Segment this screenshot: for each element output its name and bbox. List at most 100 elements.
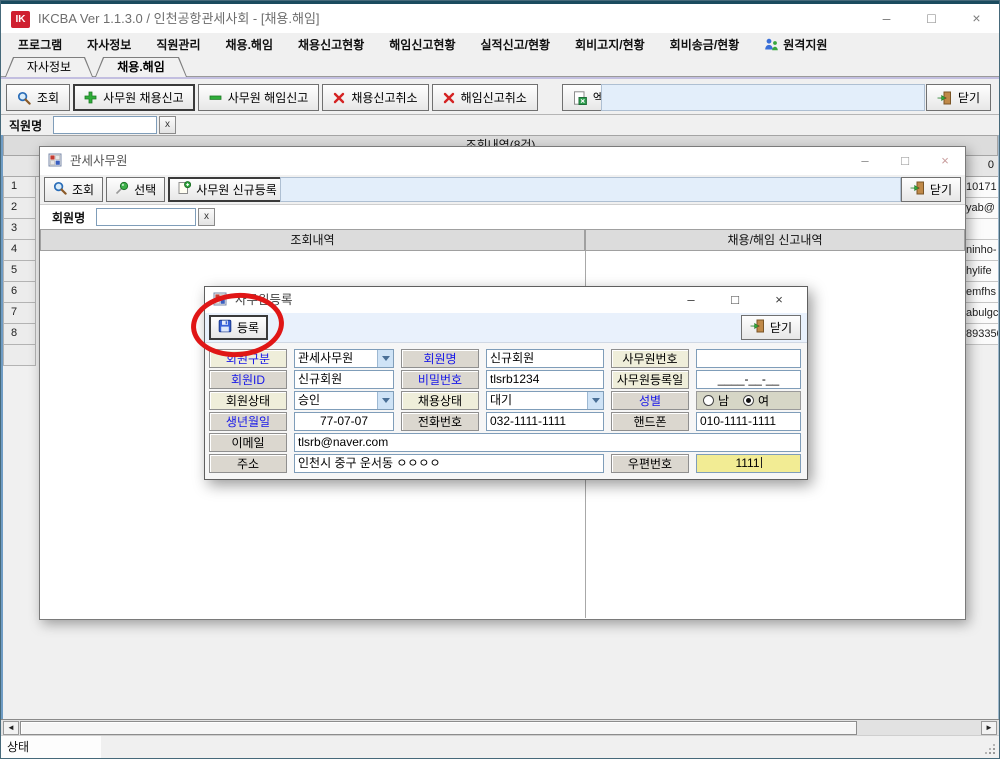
toolbar-button-4[interactable]: 채용신고취소 — [322, 84, 428, 111]
menu-item-5[interactable]: 채용신고현황 — [298, 36, 364, 53]
officer-reg-date-field[interactable]: ____-__-__ — [696, 370, 801, 389]
plus-icon — [84, 91, 97, 104]
grid-cell-partial[interactable]: abulgc — [964, 303, 998, 324]
row-header-5[interactable]: 5 — [3, 261, 36, 282]
menu-item-10[interactable]: 원격지원 — [764, 36, 827, 53]
toolbar-button-5[interactable]: 해임신고취소 — [432, 84, 538, 111]
main-toolbar: 조회사무원 채용신고사무원 해임신고채용신고취소해임신고취소엑셀다운 닫기 — [1, 79, 999, 115]
member-id-field[interactable]: 신규회원 — [294, 370, 394, 389]
scroll-left-arrow[interactable]: ◄ — [3, 721, 19, 735]
email-field[interactable]: tlsrb@naver.com — [294, 433, 801, 452]
tab-hire-dismiss[interactable]: 채용.해임 — [95, 57, 187, 77]
dialog2-maximize-button[interactable]: □ — [715, 287, 755, 313]
dialog1-select-button[interactable]: 선택 — [106, 177, 165, 202]
chevron-down-icon[interactable] — [377, 392, 393, 409]
gender-female-radio[interactable]: 여 — [743, 392, 769, 409]
menu-item-3[interactable]: 직원관리 — [156, 36, 200, 53]
grid-cell-partial[interactable]: 10171 — [964, 177, 998, 198]
maximize-button[interactable]: □ — [909, 4, 954, 33]
dialog2-minimize-button[interactable]: – — [671, 287, 711, 313]
scrollbar-thumb[interactable] — [20, 721, 857, 735]
address-field[interactable]: 인천시 중구 운서동 ㅇㅇㅇㅇ — [294, 454, 604, 473]
row-header-empty[interactable] — [3, 345, 36, 366]
row-header-4[interactable]: 4 — [3, 240, 36, 261]
horizontal-scrollbar[interactable]: ◄ ► — [1, 719, 999, 735]
row-header-1[interactable]: 1 — [3, 177, 36, 198]
dialog2-close-toolbar-button[interactable]: 닫기 — [741, 315, 801, 340]
member-name-field[interactable]: 신규회원 — [486, 349, 604, 368]
row-header-3[interactable]: 3 — [3, 219, 36, 240]
menu-item-6[interactable]: 해임신고현황 — [389, 36, 455, 53]
row-header-8[interactable]: 8 — [3, 324, 36, 345]
member-filter-clear-button[interactable]: x — [198, 208, 215, 226]
app-window: IK IKCBA Ver 1.1.3.0 / 인천공항관세사회 - [채용.해임… — [0, 0, 1000, 759]
menu-item-4[interactable]: 채용.해임 — [226, 36, 274, 53]
menu-item-7[interactable]: 실적신고/현황 — [481, 36, 551, 53]
row-header-2[interactable]: 2 — [3, 198, 36, 219]
minimize-button[interactable]: – — [864, 4, 909, 33]
gender-male-radio[interactable]: 남 — [703, 392, 729, 409]
dialog1-close-toolbar-button[interactable]: 닫기 — [901, 177, 961, 202]
birth-date-field[interactable]: 77-07-07 — [294, 412, 394, 431]
door-icon — [750, 319, 765, 336]
winform-icon — [213, 292, 227, 311]
mobile-field[interactable]: 010-1111-1111 — [696, 412, 801, 431]
menu-item-1[interactable]: 프로그램 — [18, 36, 62, 53]
member-status-combo[interactable]: 승인 — [294, 391, 394, 410]
resize-grip[interactable] — [993, 752, 995, 754]
close-button[interactable]: × — [954, 4, 999, 33]
officer-register-dialog: 사무원등록 – □ × 등록 닫기 회원구분 관세사무원 회원명 신규회원 — [204, 286, 808, 480]
xred-icon — [333, 92, 345, 104]
gender-radio-group: 남 여 — [696, 391, 801, 410]
door-icon — [910, 181, 925, 198]
dialog1-minimize-button[interactable]: – — [845, 147, 885, 175]
dialog2-toolbar: 등록 닫기 — [205, 313, 807, 343]
zipcode-label: 우편번호 — [611, 454, 689, 473]
dialog2-titlebar: 사무원등록 – □ × — [205, 287, 807, 313]
chevron-down-icon[interactable] — [587, 392, 603, 409]
employee-filter-clear-button[interactable]: x — [159, 116, 176, 134]
dialog1-toolbar-panel — [280, 177, 901, 202]
chevron-down-icon[interactable] — [377, 350, 393, 367]
status-text: 상태 — [1, 736, 101, 758]
toolbar-button-2[interactable]: 사무원 채용신고 — [73, 84, 195, 111]
member-name-input[interactable] — [96, 208, 196, 226]
menu-item-2[interactable]: 자사정보 — [87, 36, 131, 53]
dialog1-new-register-button[interactable]: 사무원 신규등록 — [168, 177, 286, 202]
toolbar-button-3[interactable]: 사무원 해임신고 — [198, 84, 320, 111]
dialog1-close-button[interactable]: × — [925, 147, 965, 175]
menu-item-9[interactable]: 회비송금/현황 — [670, 36, 740, 53]
member-name-field-label: 회원명 — [401, 349, 479, 368]
grid-cell-partial[interactable] — [964, 219, 998, 240]
main-close-button[interactable]: 닫기 — [926, 84, 991, 111]
employ-status-combo[interactable]: 대기 — [486, 391, 604, 410]
employee-name-input[interactable] — [53, 116, 157, 134]
phone-field[interactable]: 032-1111-1111 — [486, 412, 604, 431]
password-field[interactable]: tlsrb1234 — [486, 370, 604, 389]
tab-company-info[interactable]: 자사정보 — [5, 57, 93, 77]
officer-no-field[interactable] — [696, 349, 801, 368]
zipcode-field[interactable]: 1111 — [696, 454, 801, 473]
row-header-7[interactable]: 7 — [3, 303, 36, 324]
grid-cell-partial[interactable]: ninho- — [964, 240, 998, 261]
dialog1-search-button[interactable]: 조회 — [44, 177, 103, 202]
member-filter-row: 회원명 x — [40, 205, 965, 229]
grid-cell-partial[interactable]: emfhs — [964, 282, 998, 303]
grid-cell-partial[interactable]: yab@ — [964, 198, 998, 219]
pin-icon — [115, 181, 129, 198]
scroll-right-arrow[interactable]: ► — [981, 721, 997, 735]
officer-no-label: 사무원번호 — [611, 349, 689, 368]
member-status-label: 회원상태 — [209, 391, 287, 410]
minus-icon — [209, 91, 222, 104]
row-header-6[interactable]: 6 — [3, 282, 36, 303]
dialog2-close-button[interactable]: × — [759, 287, 799, 313]
dialog1-maximize-button[interactable]: □ — [885, 147, 925, 175]
member-type-combo[interactable]: 관세사무원 — [294, 349, 394, 368]
register-button[interactable]: 등록 — [209, 315, 268, 340]
toolbar-button-1[interactable]: 조회 — [6, 84, 70, 111]
dialog1-titlebar: 관세사무원 – □ × — [40, 147, 965, 175]
grid-cell-partial[interactable]: 893350 — [964, 324, 998, 345]
menu-item-8[interactable]: 회비고지/현황 — [575, 36, 645, 53]
grid-cell-partial[interactable]: hylife — [964, 261, 998, 282]
status-bar: 상태 — [1, 735, 999, 758]
